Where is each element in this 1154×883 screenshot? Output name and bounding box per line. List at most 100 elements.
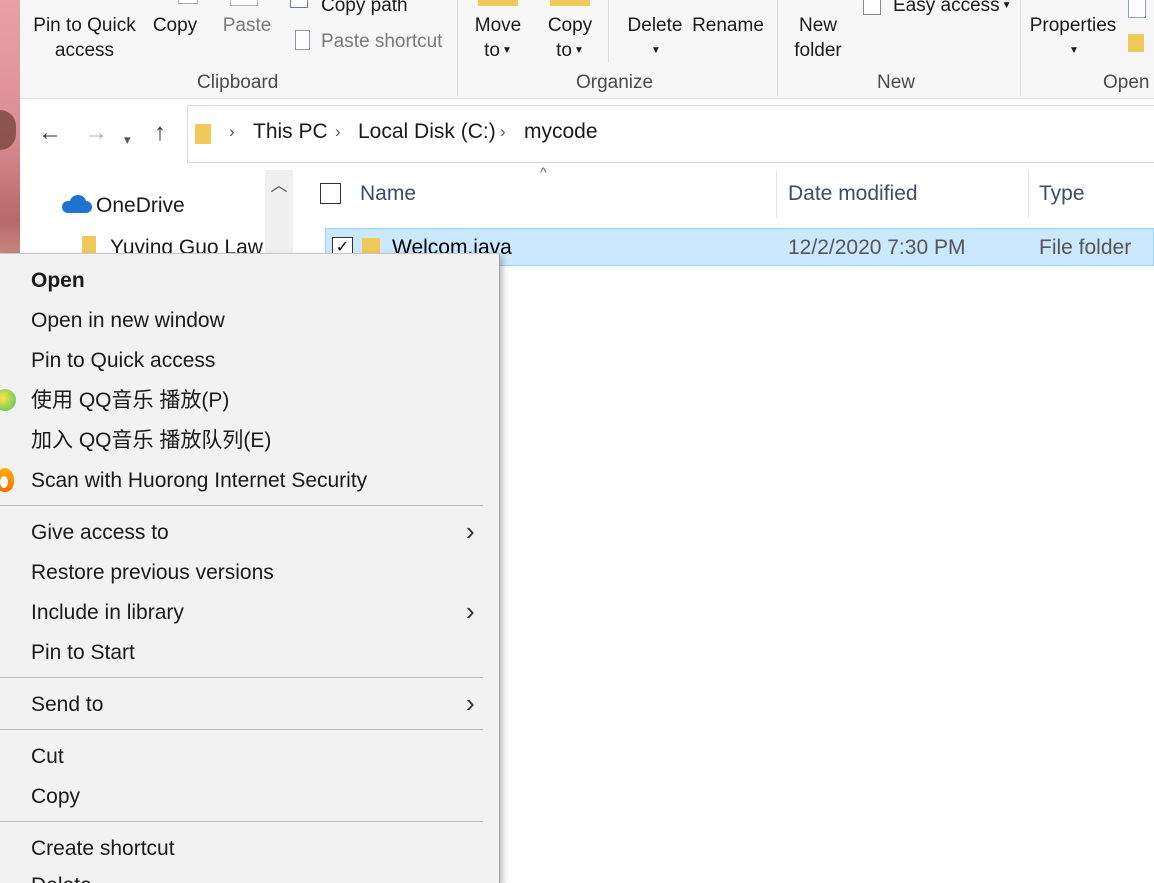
menu-item-open-in-new-window[interactable]: Open in new window [31, 307, 225, 335]
copy-to-icon [550, 0, 590, 6]
huorong-security-icon [0, 468, 17, 492]
recent-locations-chevron-icon[interactable]: ▾ [124, 126, 131, 154]
folder-icon [195, 124, 211, 144]
submenu-chevron-right-icon: › [466, 688, 475, 718]
column-divider[interactable] [1028, 170, 1029, 218]
copy-to-button[interactable]: Copy to ▼ [542, 13, 598, 63]
menu-item-restore-previous-versions[interactable]: Restore previous versions [31, 559, 274, 587]
chevron-right-icon: › [335, 122, 341, 141]
paste-button[interactable]: Paste [220, 13, 274, 38]
move-to-button[interactable]: Move to ▼ [470, 13, 526, 63]
properties-label: Properties [1029, 15, 1117, 36]
paste-button-label: Paste [222, 15, 272, 36]
new-folder-label-line2: folder [794, 40, 842, 61]
delete-label: Delete [627, 15, 683, 36]
qq-music-icon [0, 389, 17, 411]
scroll-up-chevron-icon[interactable]: ︿ [265, 172, 293, 200]
new-group-label: New [877, 72, 916, 93]
new-folder-button[interactable]: New folder [784, 13, 852, 63]
copy-icon [178, 0, 198, 4]
menu-item-cut[interactable]: Cut [31, 743, 64, 771]
paste-shortcut-icon [295, 30, 310, 50]
onedrive-cloud-icon [62, 195, 92, 213]
menu-item-include-in-library[interactable]: Include in library [31, 599, 184, 627]
back-arrow-icon[interactable]: ← [38, 119, 62, 147]
organize-group-label: Organize [576, 72, 654, 93]
column-header-type[interactable]: Type [1039, 182, 1085, 206]
open-group-label: Open [1103, 72, 1150, 93]
menu-item-copy[interactable]: Copy [31, 783, 80, 811]
move-to-label-line1: Move [474, 15, 522, 36]
paste-shortcut-button[interactable]: Paste shortcut [321, 29, 442, 54]
menu-item-open[interactable]: Open [31, 267, 85, 295]
chevron-down-icon: ▼ [651, 45, 661, 57]
new-folder-label-line1: New [798, 15, 837, 36]
sort-ascending-icon: ^ [540, 164, 547, 180]
chevron-right-icon: › [500, 122, 506, 141]
ribbon-divider [777, 0, 778, 96]
menu-separator [0, 729, 483, 730]
menu-separator [0, 677, 483, 678]
select-all-checkbox[interactable] [320, 183, 341, 204]
move-to-icon [478, 0, 518, 6]
ribbon-divider [457, 0, 458, 96]
row-date-modified: 12/2/2020 7:30 PM [788, 236, 966, 259]
chevron-down-icon: ▼ [1001, 0, 1012, 12]
easy-access-label: Easy access [893, 0, 1000, 16]
menu-item-qq-music-queue[interactable]: 加入 QQ音乐 播放队列(E) [31, 427, 271, 455]
breadcrumb-local-disk[interactable]: Local Disk (C:) [358, 120, 496, 144]
row-type: File folder [1039, 236, 1132, 259]
chevron-down-icon: ▼ [573, 45, 584, 57]
rename-label: Rename [692, 15, 764, 36]
rename-button[interactable]: Rename [692, 13, 764, 38]
breadcrumb-mycode[interactable]: mycode [524, 120, 598, 144]
column-header-date-modified[interactable]: Date modified [788, 182, 918, 206]
easy-access-button[interactable]: Easy access ▼ [893, 0, 1012, 18]
ribbon-divider [1020, 0, 1021, 96]
breadcrumb-this-pc[interactable]: This PC [253, 120, 328, 144]
forward-arrow-icon[interactable]: → [84, 119, 108, 147]
menu-item-pin-to-start[interactable]: Pin to Start [31, 639, 135, 667]
edit-icon [1128, 0, 1146, 18]
chevron-right-icon: › [229, 122, 235, 141]
column-header-name[interactable]: Name [360, 182, 416, 206]
submenu-chevron-right-icon: › [466, 596, 475, 626]
ribbon-divider [608, 0, 609, 62]
submenu-chevron-right-icon: › [466, 516, 475, 546]
menu-item-create-shortcut[interactable]: Create shortcut [31, 835, 175, 863]
menu-item-pin-to-quick-access[interactable]: Pin to Quick access [31, 347, 215, 375]
properties-button[interactable]: Properties ▼ [1028, 13, 1118, 63]
menu-separator [0, 821, 483, 822]
copy-button[interactable]: Copy [150, 13, 200, 38]
copy-path-icon [290, 0, 308, 8]
copy-path-button[interactable]: Copy path [321, 0, 408, 18]
pin-to-quick-access-label-line2: access [54, 40, 115, 61]
chevron-down-icon: ▼ [501, 45, 512, 57]
menu-item-give-access-to[interactable]: Give access to [31, 519, 169, 547]
paste-shortcut-label: Paste shortcut [321, 31, 443, 52]
context-menu: Open Open in new window Pin to Quick acc… [0, 253, 500, 883]
menu-separator [0, 505, 483, 506]
menu-item-delete[interactable]: Delete [31, 872, 92, 883]
column-divider[interactable] [776, 170, 777, 218]
address-bar[interactable] [187, 105, 1154, 163]
menu-item-qq-music-play[interactable]: 使用 QQ音乐 播放(P) [31, 387, 229, 415]
pin-to-quick-access-label-line1: Pin to Quick [33, 15, 136, 36]
menu-item-scan-huorong[interactable]: Scan with Huorong Internet Security [31, 467, 367, 495]
ribbon: Pin to Quick access Copy Paste Copy path… [20, 0, 1154, 99]
copy-to-label-line1: Copy [547, 15, 593, 36]
move-to-label-line2: to [484, 40, 500, 61]
delete-button[interactable]: Delete ▼ [620, 13, 690, 63]
pin-to-quick-access-button[interactable]: Pin to Quick access [32, 13, 137, 63]
menu-item-send-to[interactable]: Send to [31, 691, 103, 719]
open-history-icon [1128, 34, 1144, 52]
chevron-down-icon: ▼ [1069, 45, 1079, 57]
easy-access-icon [863, 0, 881, 15]
up-arrow-icon[interactable]: ↑ [154, 119, 166, 147]
clipboard-group-label: Clipboard [197, 72, 279, 93]
paste-icon [230, 0, 258, 6]
copy-button-label: Copy [152, 15, 198, 36]
copy-to-label-line2: to [556, 40, 572, 61]
copy-path-label: Copy path [321, 0, 408, 16]
sidebar-item-onedrive[interactable]: OneDrive [96, 194, 185, 218]
